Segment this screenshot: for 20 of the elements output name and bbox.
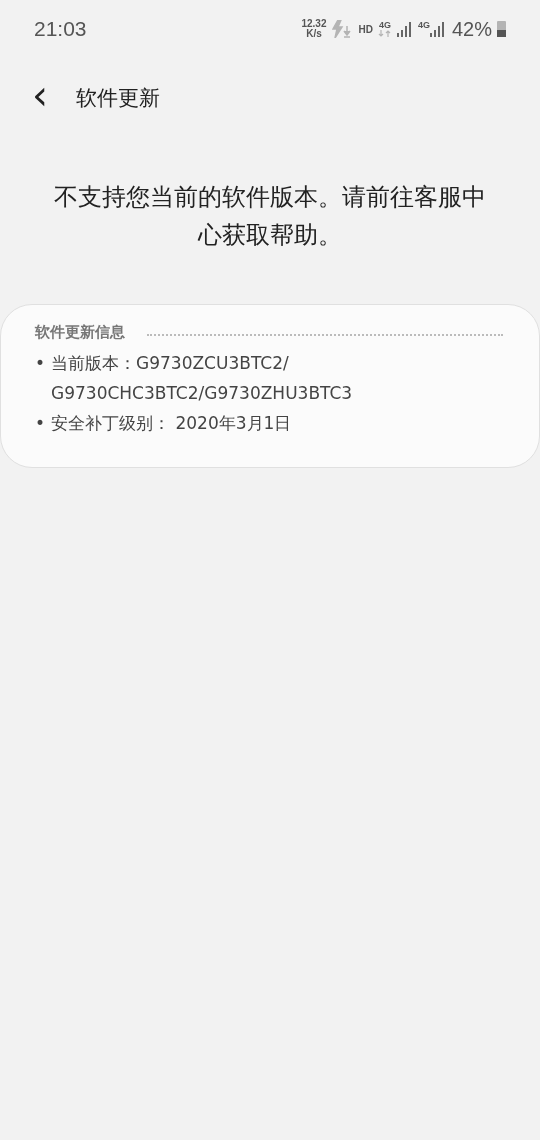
bullet: • bbox=[35, 412, 46, 435]
page-title: 软件更新 bbox=[76, 85, 160, 112]
info-text: 安全补丁级别： 2020年3月1日 bbox=[51, 412, 293, 435]
charging-icon bbox=[331, 20, 354, 38]
signal-icon bbox=[396, 21, 413, 37]
signal-icon bbox=[429, 21, 444, 37]
network-type: 4G bbox=[378, 21, 391, 30]
unsupported-message: 不支持您当前的软件版本。请前往客服中心获取帮助。 bbox=[53, 182, 487, 251]
back-button[interactable]: ‹ bbox=[24, 75, 56, 121]
hd-label: HD bbox=[358, 23, 373, 35]
network-type: 4G bbox=[417, 21, 430, 30]
network-speed: 12.32 bbox=[301, 19, 327, 29]
battery-percent: 42% bbox=[451, 17, 492, 41]
data-arrows-icon bbox=[377, 30, 392, 37]
bullet: • bbox=[35, 352, 46, 375]
info-text: 当前版本：G9730ZCU3BTC2/ G9730CHC3BTC2/G9730ZHU3BTC3 bbox=[51, 352, 352, 405]
battery-icon bbox=[497, 21, 506, 37]
card-title: 软件更新信息 bbox=[35, 323, 125, 342]
status-time: 21:03 bbox=[34, 17, 87, 41]
network-speed-unit: K/s bbox=[306, 29, 322, 39]
